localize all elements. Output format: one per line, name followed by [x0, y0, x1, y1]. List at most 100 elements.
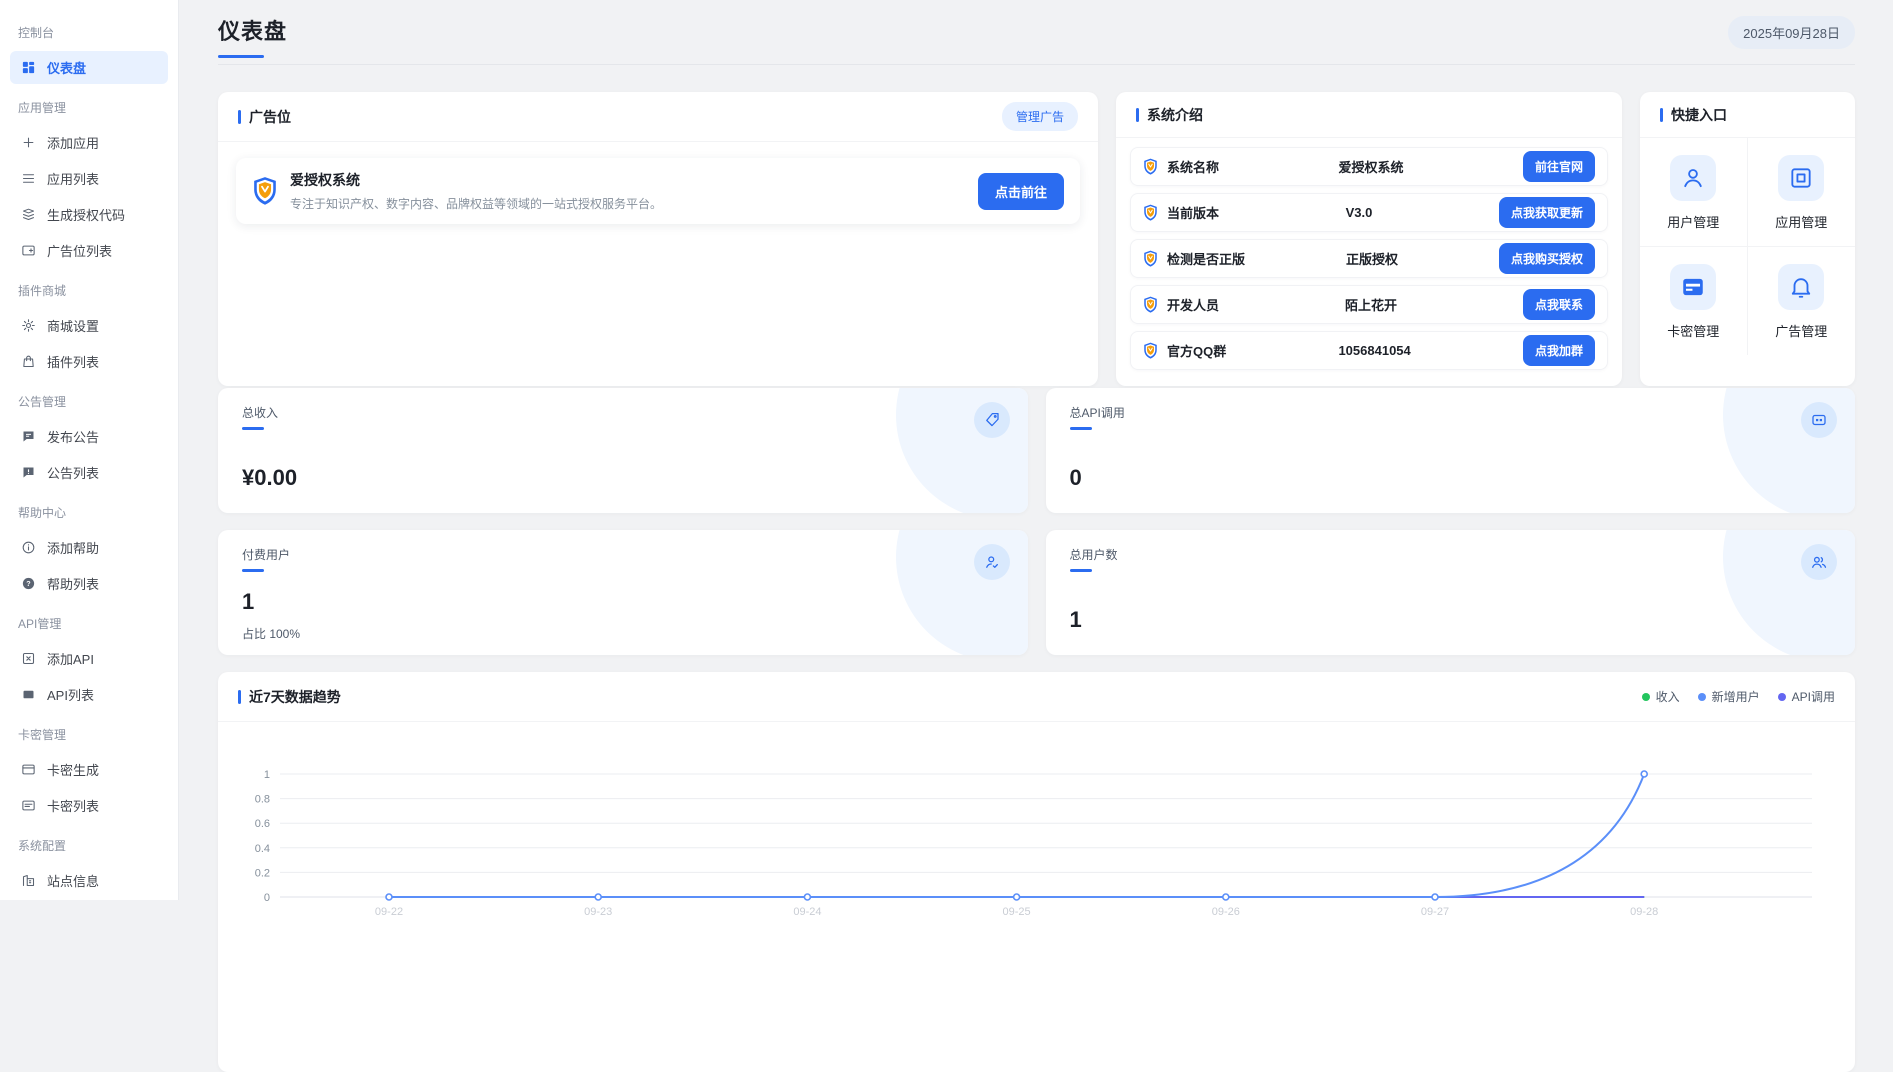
sidebar-group-label: 控制台 — [0, 12, 178, 48]
sidebar-item-label: 添加API — [47, 649, 94, 668]
sidebar-group-label: 帮助中心 — [0, 492, 178, 528]
info-icon — [21, 540, 36, 555]
stat-card-总收入: 总收入 ¥0.00 — [218, 388, 1028, 513]
quick-card-title: 快捷入口 — [1671, 105, 1727, 125]
sidebar-item-帮助列表[interactable]: ? 帮助列表 — [10, 567, 168, 600]
system-info-row: 系统名称 爱授权系统 前往官网 — [1130, 147, 1608, 186]
svg-text:?: ? — [26, 580, 30, 588]
legend-dot — [1778, 693, 1786, 701]
chart-title: 近7天数据趋势 — [249, 687, 341, 707]
sidebar-group: 应用管理 添加应用 应用列表 生成授权代码 广告位列表 — [0, 87, 178, 267]
header-divider — [218, 64, 1855, 65]
system-row-button[interactable]: 点我购买授权 — [1499, 243, 1595, 274]
credit-card-icon — [1670, 264, 1716, 310]
quick-entry-广告管理[interactable]: 广告管理 — [1748, 247, 1856, 355]
svg-text:09-28: 09-28 — [1630, 906, 1658, 918]
legend-item-新增用户[interactable]: 新增用户 — [1698, 688, 1760, 705]
sidebar-item-商城设置[interactable]: 商城设置 — [10, 309, 168, 342]
sidebar-item-label: 商城设置 — [47, 316, 99, 335]
page-title: 仪表盘 — [218, 14, 287, 46]
svg-text:09-23: 09-23 — [584, 906, 612, 918]
svg-text:0.8: 0.8 — [255, 794, 270, 806]
system-row-button[interactable]: 点我联系 — [1523, 289, 1595, 320]
quick-entry-卡密管理[interactable]: 卡密管理 — [1640, 247, 1748, 355]
api-list-icon — [21, 687, 36, 702]
title-underline — [218, 55, 264, 58]
api-icon — [1801, 402, 1837, 438]
sidebar-item-卡密列表[interactable]: 卡密列表 — [10, 789, 168, 822]
svg-text:0.4: 0.4 — [255, 843, 270, 855]
system-row-button[interactable]: 点我加群 — [1523, 335, 1595, 366]
svg-text:09-24: 09-24 — [793, 906, 821, 918]
ad-go-button[interactable]: 点击前往 — [978, 173, 1064, 210]
app-icon — [1778, 155, 1824, 201]
sidebar-item-卡密生成[interactable]: 卡密生成 — [10, 753, 168, 786]
system-info-row: 当前版本 V3.0 点我获取更新 — [1130, 193, 1608, 232]
page-header: 仪表盘 2025年09月28日 — [218, 14, 1855, 58]
gear-icon — [21, 318, 36, 333]
card-icon — [21, 762, 36, 777]
svg-text:09-27: 09-27 — [1421, 906, 1449, 918]
stat-label: 总用户数 — [1070, 546, 1832, 563]
bag-icon — [21, 354, 36, 369]
quick-entry-应用管理[interactable]: 应用管理 — [1748, 138, 1856, 247]
sidebar-item-公告列表[interactable]: 公告列表 — [10, 456, 168, 489]
sidebar-item-应用列表[interactable]: 应用列表 — [10, 162, 168, 195]
user-icon — [1670, 155, 1716, 201]
sidebar-item-插件列表[interactable]: 插件列表 — [10, 345, 168, 378]
sidebar-item-添加帮助[interactable]: 添加帮助 — [10, 531, 168, 564]
shield-logo-icon — [252, 176, 278, 206]
stat-label: 付费用户 — [242, 546, 1004, 563]
system-info-row: 开发人员 陌上花开 点我联系 — [1130, 285, 1608, 324]
sidebar-item-添加应用[interactable]: 添加应用 — [10, 126, 168, 159]
title-accent-bar — [238, 690, 241, 704]
sidebar-item-添加API[interactable]: 添加API — [10, 642, 168, 675]
system-row-button[interactable]: 点我获取更新 — [1499, 197, 1595, 228]
stat-value: ¥0.00 — [242, 465, 297, 491]
sidebar-group-label: 插件商城 — [0, 270, 178, 306]
stat-card-付费用户: 付费用户 1 占比 100% — [218, 530, 1028, 655]
sidebar-group-label: 系统配置 — [0, 825, 178, 861]
sidebar-item-生成授权代码[interactable]: 生成授权代码 — [10, 198, 168, 231]
svg-text:1: 1 — [264, 769, 270, 781]
sidebar-item-label: 帮助列表 — [47, 574, 99, 593]
sidebar-item-label: 发布公告 — [47, 427, 99, 446]
stat-label: 总收入 — [242, 404, 1004, 421]
legend-item-收入[interactable]: 收入 — [1642, 688, 1680, 705]
legend-item-API调用[interactable]: API调用 — [1778, 688, 1835, 705]
stat-card-总用户数: 总用户数 1 — [1046, 530, 1856, 655]
stat-accent-bar — [1070, 569, 1092, 572]
trend-chart-card: 近7天数据趋势 收入新增用户API调用 00.20.40.60.8109-220… — [218, 672, 1855, 1072]
legend-dot — [1698, 693, 1706, 701]
system-row-label: 官方QQ群 — [1167, 341, 1226, 360]
quick-entry-label: 卡密管理 — [1667, 321, 1719, 340]
quick-entry-label: 应用管理 — [1775, 212, 1827, 231]
sidebar: 控制台 仪表盘 应用管理 添加应用 应用列表 生成授权代码 广告位列表 插件商城… — [0, 0, 179, 900]
sidebar-group-label: 应用管理 — [0, 87, 178, 123]
stat-accent-bar — [242, 569, 264, 572]
sidebar-group-label: API管理 — [0, 603, 178, 639]
ad-item: 爱授权系统 专注于知识产权、数字内容、品牌权益等领域的一站式授权服务平台。 点击… — [236, 158, 1080, 224]
system-row-label: 检测是否正版 — [1167, 249, 1245, 268]
sidebar-item-仪表盘[interactable]: 仪表盘 — [10, 51, 168, 84]
sidebar-item-API列表[interactable]: API列表 — [10, 678, 168, 711]
system-intro-card: 系统介绍 系统名称 爱授权系统 前往官网 当前版本 V3.0 点我获取更新 检测… — [1116, 92, 1622, 386]
question-icon: ? — [21, 576, 36, 591]
sidebar-item-发布公告[interactable]: 发布公告 — [10, 420, 168, 453]
ad-item-desc: 专注于知识产权、数字内容、品牌权益等领域的一站式授权服务平台。 — [290, 195, 966, 212]
corner-decoration — [896, 530, 1028, 655]
sidebar-item-label: 插件列表 — [47, 352, 99, 371]
quick-entry-用户管理[interactable]: 用户管理 — [1640, 138, 1748, 247]
stat-card-总API调用: 总API调用 0 — [1046, 388, 1856, 513]
sidebar-item-label: 添加应用 — [47, 133, 99, 152]
sidebar-item-广告位列表[interactable]: 广告位列表 — [10, 234, 168, 267]
ad-slot-icon — [21, 243, 36, 258]
title-accent-bar — [1136, 108, 1139, 122]
svg-text:0.6: 0.6 — [255, 818, 270, 830]
sidebar-item-站点信息[interactable]: 站点信息 — [10, 864, 168, 897]
sidebar-group: 系统配置 站点信息 支付配置 邮件配置 — [0, 825, 178, 900]
system-row-button[interactable]: 前往官网 — [1523, 151, 1595, 182]
manage-ads-button[interactable]: 管理广告 — [1002, 102, 1078, 131]
shield-logo-icon — [1143, 204, 1158, 221]
system-row-label: 当前版本 — [1167, 203, 1219, 222]
